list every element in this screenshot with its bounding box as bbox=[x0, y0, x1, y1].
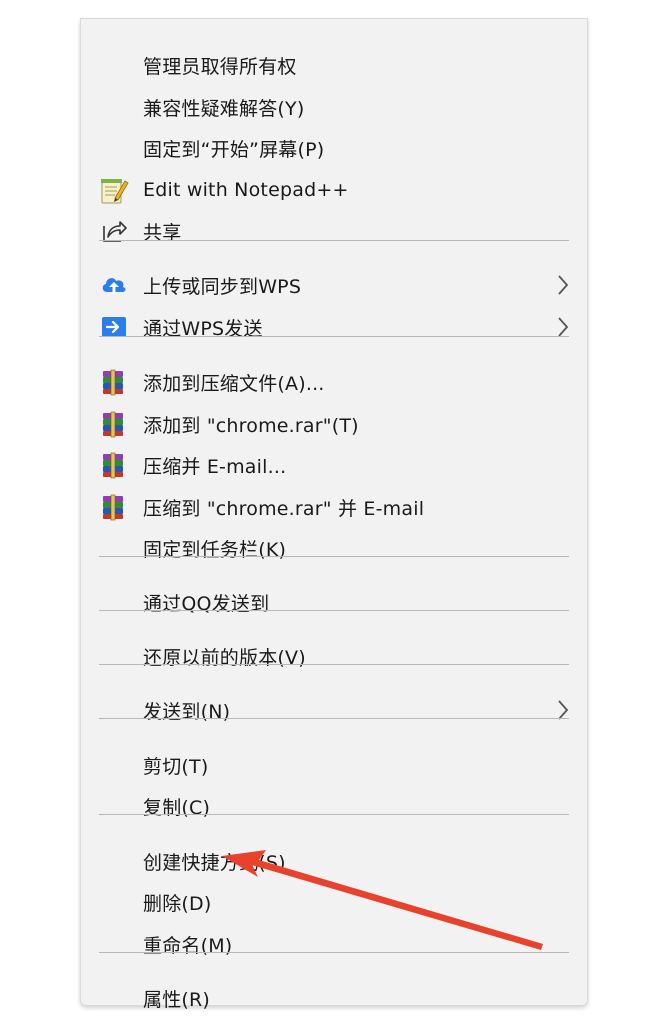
menu-item-send-via-wps[interactable]: 通过WPS发送 bbox=[81, 308, 587, 346]
menu-item-add-to-archive[interactable]: 添加到压缩文件(A)... bbox=[81, 363, 587, 401]
menu-item-label: 还原以前的版本(V) bbox=[143, 646, 306, 669]
menu-separator bbox=[99, 336, 569, 337]
menu-item-label: 创建快捷方式(S) bbox=[143, 851, 286, 874]
menu-item-properties[interactable]: 属性(R) bbox=[81, 979, 587, 1017]
menu-item-label: Edit with Notepad++ bbox=[143, 179, 349, 201]
menu-item-label: 添加到压缩文件(A)... bbox=[143, 372, 325, 395]
menu-separator bbox=[99, 556, 569, 557]
menu-item-cut[interactable]: 剪切(T) bbox=[81, 746, 587, 784]
menu-item-label: 压缩到 "chrome.rar" 并 E-mail bbox=[143, 497, 425, 520]
menu-item-compress-and-email[interactable]: 压缩并 E-mail... bbox=[81, 446, 587, 484]
menu-item-compress-to-chrome-rar-email[interactable]: 压缩到 "chrome.rar" 并 E-mail bbox=[81, 488, 587, 526]
menu-item-copy[interactable]: 复制(C) bbox=[81, 787, 587, 825]
menu-item-send-to[interactable]: 发送到(N) bbox=[81, 691, 587, 729]
menu-item-compatibility-troubleshoot[interactable]: 兼容性疑难解答(Y) bbox=[81, 88, 587, 126]
menu-item-label: 压缩并 E-mail... bbox=[143, 455, 287, 478]
menu-item-share[interactable]: 共享 bbox=[81, 212, 587, 250]
menu-item-delete[interactable]: 删除(D) bbox=[81, 883, 587, 921]
menu-item-add-to-chrome-rar[interactable]: 添加到 "chrome.rar"(T) bbox=[81, 405, 587, 443]
menu-item-label: 发送到(N) bbox=[143, 700, 231, 723]
menu-item-label: 复制(C) bbox=[143, 796, 211, 819]
menu-item-label: 添加到 "chrome.rar"(T) bbox=[143, 414, 359, 437]
menu-item-label: 上传或同步到WPS bbox=[143, 275, 302, 298]
menu-item-edit-notepadpp[interactable]: Edit with Notepad++ bbox=[81, 171, 587, 209]
menu-item-label: 兼容性疑难解答(Y) bbox=[143, 97, 305, 120]
menu-item-pin-to-start[interactable]: 固定到“开始”屏幕(P) bbox=[81, 129, 587, 167]
winrar-icon bbox=[99, 493, 129, 521]
menu-item-create-shortcut[interactable]: 创建快捷方式(S) bbox=[81, 842, 587, 880]
menu-item-label: 管理员取得所有权 bbox=[143, 55, 297, 78]
menu-item-restore-previous-versions[interactable]: 还原以前的版本(V) bbox=[81, 637, 587, 675]
menu-item-pin-to-taskbar[interactable]: 固定到任务栏(K) bbox=[81, 529, 587, 567]
chevron-right-icon bbox=[558, 275, 569, 295]
winrar-icon bbox=[99, 451, 129, 479]
menu-separator bbox=[99, 814, 569, 815]
winrar-icon bbox=[99, 410, 129, 438]
menu-item-upload-wps[interactable]: 上传或同步到WPS bbox=[81, 266, 587, 304]
menu-separator bbox=[99, 664, 569, 665]
cloud-upload-icon bbox=[99, 271, 129, 299]
menu-item-take-ownership[interactable]: 管理员取得所有权 bbox=[81, 46, 587, 84]
menu-item-send-via-qq[interactable]: 通过QQ发送到 bbox=[81, 583, 587, 621]
menu-item-label: 固定到任务栏(K) bbox=[143, 538, 287, 561]
menu-separator bbox=[99, 240, 569, 241]
menu-item-label: 剪切(T) bbox=[143, 755, 209, 778]
menu-separator bbox=[99, 952, 569, 953]
menu-item-label: 通过QQ发送到 bbox=[143, 592, 270, 615]
menu-item-rename[interactable]: 重命名(M) bbox=[81, 925, 587, 963]
menu-item-label: 重命名(M) bbox=[143, 934, 233, 957]
context-menu: 管理员取得所有权 兼容性疑难解答(Y) 固定到“开始”屏幕(P) Edit wi… bbox=[80, 18, 588, 1011]
notepadpp-icon bbox=[99, 176, 129, 204]
menu-separator bbox=[99, 718, 569, 719]
menu-item-label: 固定到“开始”屏幕(P) bbox=[143, 138, 325, 161]
winrar-icon bbox=[99, 368, 129, 396]
menu-separator bbox=[99, 610, 569, 611]
menu-item-label: 删除(D) bbox=[143, 892, 212, 915]
menu-item-label: 属性(R) bbox=[143, 988, 211, 1011]
